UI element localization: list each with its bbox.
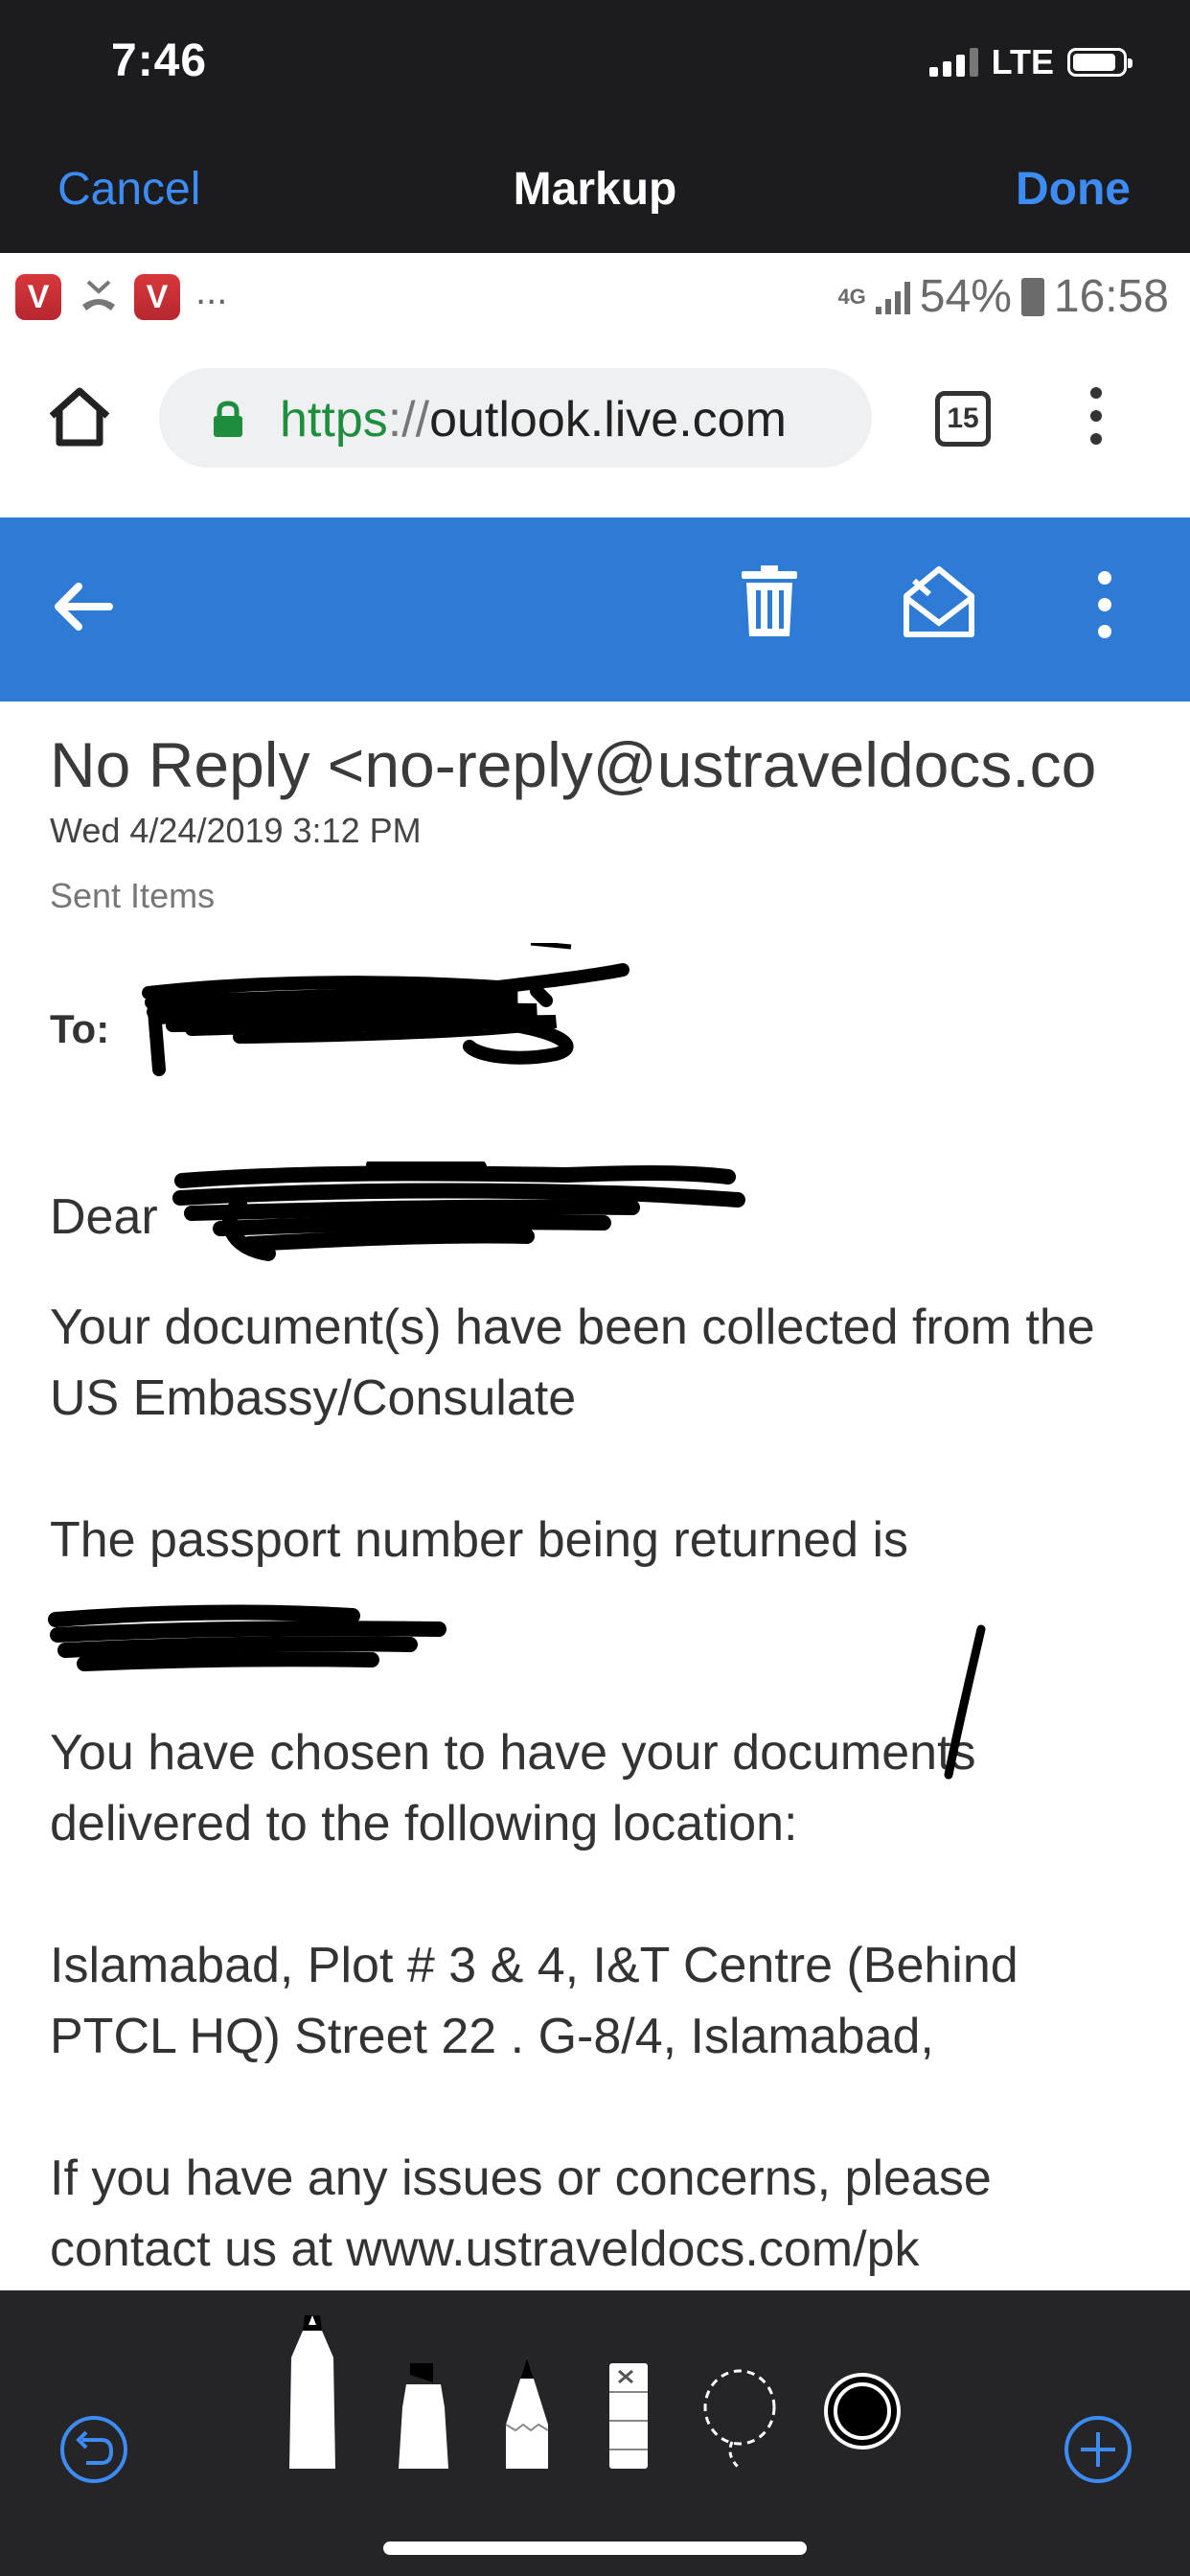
page-title: Markup [513, 164, 677, 215]
email-paragraph: Your document(s) have been collected fro… [50, 1300, 1095, 1426]
more-notifications: ... [195, 270, 228, 312]
screenshot-canvas[interactable]: V V ... 4G 54% 16:58 https://outlook.liv [0, 253, 1190, 2290]
network-type: 4G [837, 284, 866, 309]
tabs-icon[interactable]: 15 [935, 391, 991, 447]
url-text: https://outlook.live.com [280, 392, 787, 448]
battery-icon [1067, 48, 1133, 77]
redaction-scribble[interactable] [46, 1602, 458, 1679]
email-folder: Sent Items [50, 876, 216, 915]
address-bar[interactable]: https://outlook.live.com [159, 368, 872, 468]
signal-icon [875, 280, 910, 314]
eraser-icon[interactable] [604, 2363, 653, 2469]
lock-icon [214, 401, 242, 437]
back-arrow-icon[interactable] [50, 573, 117, 640]
home-indicator[interactable] [383, 2542, 807, 2555]
pen-icon[interactable] [284, 2315, 341, 2469]
signal-bars-icon [928, 48, 978, 77]
to-label: To: [50, 1006, 110, 1051]
android-time: 16:58 [1053, 271, 1169, 322]
battery-percent: 54% [919, 271, 1012, 322]
email-paragraph: Islamabad, Plot # 3 & 4, I&T Centre (Beh… [50, 1938, 1018, 2064]
home-icon[interactable] [46, 385, 113, 448]
ink-stroke[interactable] [935, 1622, 993, 1784]
pencil-icon[interactable] [502, 2358, 552, 2469]
redaction-scribble[interactable] [163, 1162, 747, 1276]
overflow-menu-icon[interactable] [1090, 387, 1104, 445]
undo-icon[interactable] [57, 2413, 130, 2486]
lasso-icon[interactable] [699, 2367, 780, 2472]
network-type: LTE [991, 42, 1054, 81]
email-sender: No Reply <no-reply@ustraveldocs.co [50, 729, 1097, 800]
markup-nav-bar: Cancel Markup Done [0, 126, 1190, 253]
app-v-icon: V [134, 274, 180, 320]
salutation: Dear [50, 1189, 158, 1245]
color-picker-icon[interactable] [822, 2371, 903, 2451]
ios-status-bar: 7:46 LTE [0, 0, 1190, 126]
browser-toolbar: https://outlook.live.com 15 [0, 341, 1190, 494]
ios-time: 7:46 [111, 35, 208, 86]
missed-call-icon [82, 280, 115, 310]
trash-icon[interactable] [740, 565, 799, 638]
app-v-icon: V [15, 274, 61, 320]
more-icon[interactable] [1098, 571, 1117, 648]
done-button[interactable]: Done [1016, 163, 1131, 216]
outlook-toolbar [0, 518, 1190, 702]
email-paragraph: If you have any issues or concerns, plea… [50, 2150, 992, 2277]
email-paragraph: The passport number being returned is [50, 1512, 909, 1568]
highlighter-icon[interactable] [395, 2361, 452, 2469]
redaction-scribble[interactable] [134, 943, 642, 1087]
mark-read-icon[interactable] [901, 564, 977, 640]
android-status-bar: V V ... 4G 54% 16:58 [0, 253, 1190, 341]
markup-toolbar [0, 2290, 1190, 2576]
add-icon[interactable] [1062, 2413, 1134, 2486]
email-date: Wed 4/24/2019 3:12 PM [50, 811, 422, 850]
battery-icon [1020, 277, 1044, 316]
email-message: No Reply <no-reply@ustraveldocs.co Wed 4… [50, 728, 1171, 2277]
